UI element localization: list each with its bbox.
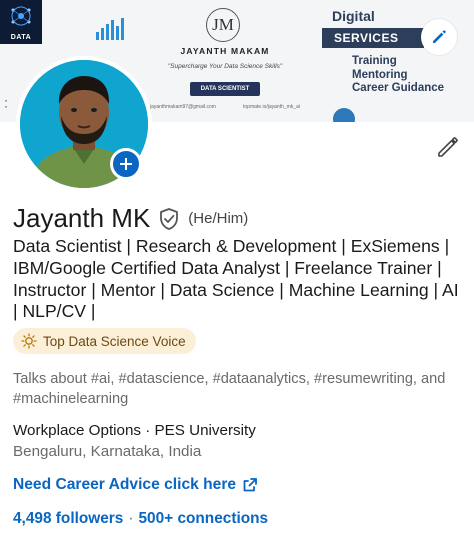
name-row: Jayanth MK (He/Him) xyxy=(13,203,248,234)
banner-email: jayanthmakam97@gmail.com xyxy=(150,104,216,110)
add-photo-button[interactable] xyxy=(110,148,142,180)
network-logo-icon xyxy=(11,6,31,26)
service-item: Mentoring xyxy=(352,68,408,81)
top-voice-badge-label: Top Data Science Voice xyxy=(43,333,186,349)
workplace[interactable]: Workplace Options · PES University xyxy=(13,422,256,439)
banner-url: topmate.io/jayanth_mk_ai xyxy=(243,104,300,110)
service-item: Training xyxy=(352,55,397,67)
banner-logo-label: DATA xyxy=(10,34,32,41)
more-options-icon[interactable]: · · xyxy=(4,94,8,112)
top-voice-badge[interactable]: Top Data Science Voice xyxy=(13,328,196,354)
external-link-icon xyxy=(242,477,258,493)
brand-tagline: "Supercharge Your Data Science Skills" xyxy=(167,63,283,70)
bar-graphic-icon xyxy=(96,18,124,40)
profile-pronouns: (He/Him) xyxy=(188,210,249,227)
talks-about: Talks about #ai, #datascience, #dataanal… xyxy=(13,371,446,407)
banner-decoration xyxy=(333,108,355,122)
banner-digital-label: Digital xyxy=(332,8,375,24)
profile-headline: Data Scientist | Research & Development … xyxy=(13,236,459,322)
brand-name: JAYANTH MAKAM xyxy=(180,46,270,56)
edit-profile-button[interactable] xyxy=(433,132,463,162)
brand-role: DATA SCIENTIST xyxy=(190,82,260,96)
edit-banner-button[interactable] xyxy=(421,19,457,55)
career-advice-link[interactable]: Need Career Advice click here xyxy=(13,476,258,494)
shield-check-icon[interactable] xyxy=(158,207,180,231)
lightbulb-icon xyxy=(21,333,37,349)
plus-icon xyxy=(120,158,132,170)
banner-services-list: Training Mentoring Career Guidance xyxy=(352,55,444,96)
followers-link[interactable]: 4,498 followers xyxy=(13,510,123,528)
connections-link[interactable]: 500+ connections xyxy=(139,510,269,528)
stats-separator: · xyxy=(128,510,134,527)
career-advice-link-label: Need Career Advice click here xyxy=(13,476,237,493)
banner-services-label: SERVICES xyxy=(322,28,424,48)
location: Bengaluru, Karnataka, India xyxy=(13,443,202,460)
pencil-icon xyxy=(433,30,446,43)
profile-name: Jayanth MK xyxy=(13,203,151,233)
service-item: Career Guidance xyxy=(352,82,445,94)
banner-logo: DATA xyxy=(0,0,42,44)
network-stats: 4,498 followers · 500+ connections xyxy=(13,510,268,528)
pencil-icon xyxy=(438,137,458,157)
brand-monogram: JM xyxy=(206,8,240,42)
